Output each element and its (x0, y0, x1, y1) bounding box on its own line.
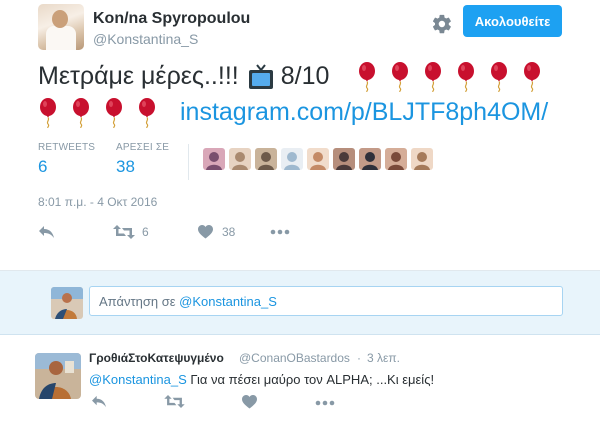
reply-icon (92, 395, 106, 408)
reply-tweet: ΓροθιάΣτοΚατεψυγμένο @ConanOBastardos · … (0, 335, 600, 422)
reply-text: @Konstantina_S Για να πέσει μαύρο τον AL… (89, 372, 434, 387)
liker-avatar[interactable] (411, 148, 433, 170)
tweet-actions: 6 38 (38, 222, 290, 242)
heart-icon (242, 395, 257, 409)
following-button[interactable]: Ακολουθείτε (463, 5, 562, 37)
liker-avatar[interactable] (333, 148, 355, 170)
reply-author-handle[interactable]: @ConanOBastardos (239, 351, 350, 365)
tv-icon (248, 63, 274, 90)
current-user-avatar[interactable] (51, 287, 83, 319)
like-count: 38 (222, 225, 236, 239)
reply-like-action[interactable] (242, 395, 257, 409)
reply-reply-action[interactable] (91, 395, 107, 408)
tweet-text-main: Μετράμε μέρες..!!! (38, 62, 239, 90)
balloon-icon (522, 61, 542, 92)
reply-author-name[interactable]: ΓροθιάΣτοΚατεψυγμένο (89, 351, 224, 365)
reply-input[interactable]: Απάντηση σε @Konstantina_S (89, 286, 563, 316)
tweet-timestamp[interactable]: 8:01 π.μ. - 4 Οκτ 2016 (38, 195, 157, 209)
reply-mention[interactable]: @Konstantina_S (89, 372, 187, 387)
tweet-counter: 8/10 (280, 62, 330, 90)
instagram-link[interactable]: instagram.com/p/BLJTF8ph4OM/ (180, 96, 548, 129)
retweets-label: RETWEETS (38, 142, 96, 153)
reply-action[interactable] (38, 225, 113, 239)
reply-composer: Απάντηση σε @Konstantina_S (0, 271, 600, 335)
stats-divider (188, 144, 189, 180)
liker-avatar[interactable] (359, 148, 381, 170)
more-icon (270, 229, 290, 235)
tweet-text: Μετράμε μέρες..!!! 8/10 instagram.com/p/… (38, 60, 578, 129)
more-icon (315, 400, 335, 406)
reply-placeholder-prefix: Απάντηση σε (99, 294, 176, 309)
like-action[interactable]: 38 (198, 225, 270, 239)
reply-timestamp[interactable]: 3 λεπ. (367, 351, 400, 365)
main-tweet: Kon/na Spyropoulou @Konstantina_S Ακολου… (0, 0, 600, 270)
liker-avatar[interactable] (385, 148, 407, 170)
author-handle[interactable]: @Konstantina_S (93, 31, 198, 47)
tweet-stats: RETWEETS 6 ΑΡΕΣΕΙ ΣΕ 38 (38, 142, 578, 182)
author-name[interactable]: Kon/na Spyropoulou (93, 10, 250, 28)
heart-icon (198, 225, 213, 239)
reply-placeholder-mention: @Konstantina_S (179, 294, 277, 309)
more-action[interactable] (270, 229, 290, 235)
balloon-icon (357, 61, 377, 92)
balloon-icon (390, 61, 410, 92)
reply-retweet-action[interactable] (164, 395, 185, 408)
liker-avatars (203, 148, 437, 170)
balloon-icon (489, 61, 509, 92)
reply-separator: · (357, 351, 361, 365)
balloon-icon (71, 97, 91, 128)
gear-icon[interactable] (431, 13, 453, 35)
liker-avatar[interactable] (229, 148, 251, 170)
liker-avatar[interactable] (255, 148, 277, 170)
reply-author-avatar[interactable] (35, 353, 81, 399)
reply-icon (39, 226, 54, 238)
retweet-count: 6 (142, 225, 149, 239)
retweet-icon (113, 225, 135, 239)
likes-count[interactable]: 38 (116, 157, 135, 177)
liker-avatar[interactable] (307, 148, 329, 170)
author-avatar[interactable] (38, 4, 84, 50)
retweet-action[interactable]: 6 (113, 225, 198, 239)
reply-body: Για να πέσει μαύρο τον ALPHA; ...Κι εμεί… (190, 372, 435, 387)
liker-avatar[interactable] (281, 148, 303, 170)
balloon-icon (456, 61, 476, 92)
balloon-icon (423, 61, 443, 92)
reply-more-action[interactable] (315, 400, 335, 406)
liker-avatar[interactable] (203, 148, 225, 170)
likes-label: ΑΡΕΣΕΙ ΣΕ (116, 142, 170, 153)
balloon-icon (137, 97, 157, 128)
balloon-icon (38, 97, 58, 128)
retweets-count[interactable]: 6 (38, 157, 47, 177)
balloon-icon (104, 97, 124, 128)
retweet-icon (164, 395, 185, 408)
